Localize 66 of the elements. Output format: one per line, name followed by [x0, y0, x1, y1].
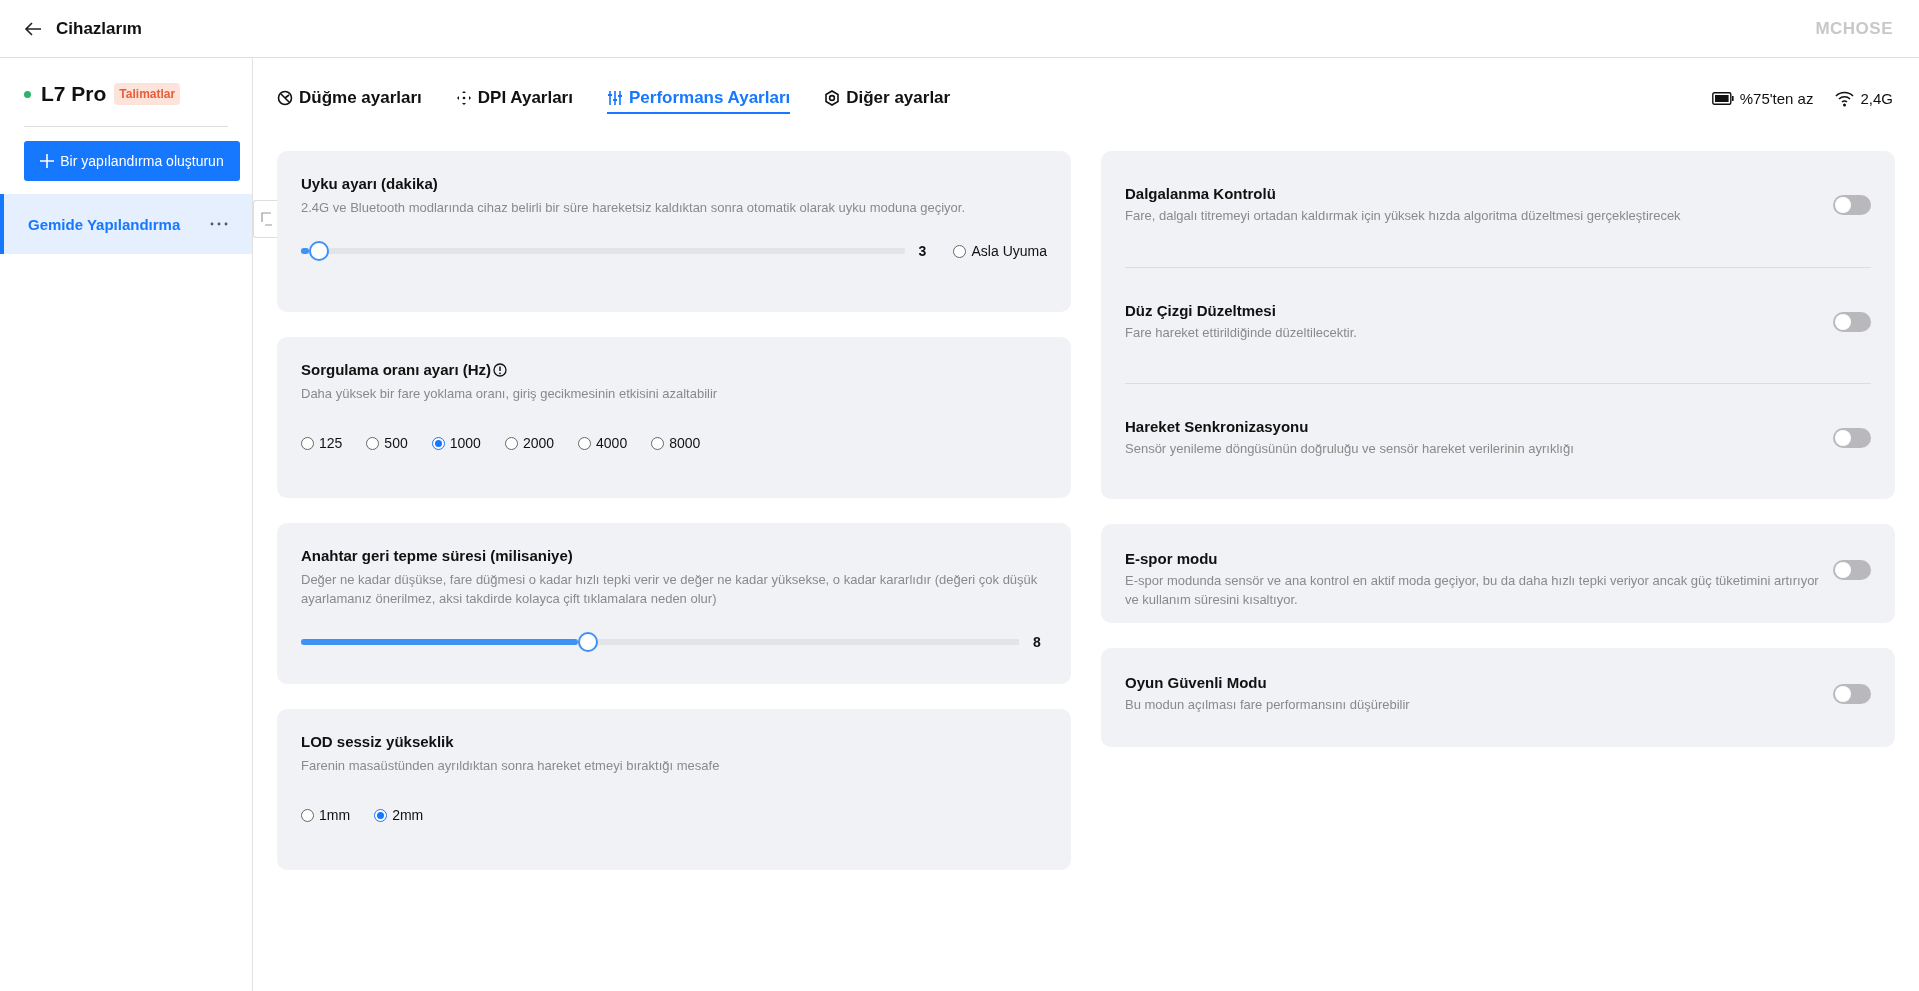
info-icon[interactable] — [493, 362, 508, 377]
setting-title: Sorgulama oranı ayarı (Hz) — [301, 361, 492, 378]
radio-option[interactable]: 2000 — [504, 435, 555, 451]
tab[interactable]: Düğme ayarları — [277, 82, 422, 114]
slider-thumb[interactable] — [578, 632, 599, 652]
connection-status: 2,4G — [1860, 89, 1893, 107]
radio-button[interactable] — [366, 436, 380, 450]
radio-button[interactable] — [301, 808, 314, 822]
radio-option[interactable]: 2mm — [374, 807, 424, 823]
copy-icon — [261, 212, 272, 226]
slider-value: 8 — [1033, 634, 1042, 650]
setting-title: Anahtar geri tepme süresi (milisaniye) — [301, 547, 573, 564]
button-icon — [277, 90, 293, 106]
slider-value: 3 — [918, 243, 928, 259]
tab[interactable]: Diğer ayarlar — [824, 82, 951, 114]
more-icon[interactable] — [210, 222, 228, 226]
toggle-switch[interactable] — [1833, 195, 1871, 215]
radio-option[interactable]: 1mm — [301, 807, 351, 823]
create-config-button[interactable]: Bir yapılandırma oluşturun — [24, 141, 240, 181]
radio-button[interactable] — [952, 244, 966, 258]
setting-description: Daha yüksek bir fare yoklama oranı, giriş gecikmesinin etkisini azaltabilir — [301, 385, 719, 403]
radio-option[interactable]: 4000 — [578, 435, 628, 451]
setting-description: Sensör yenileme döngüsünün doğruluğu ve sensör hareket verilerinin ayrıklığı — [1125, 440, 1575, 458]
radio-option[interactable]: 500 — [366, 435, 408, 451]
performance-icon — [606, 90, 623, 106]
battery-status: %75'ten az — [1739, 89, 1814, 107]
radio-button[interactable] — [504, 436, 518, 450]
setting-description: Farenin masaüstünden ayrıldıktan sonra hareket etmeyi bıraktığı mesafe — [301, 757, 721, 775]
device-name: L7 Pro — [41, 82, 107, 106]
radio-button[interactable] — [578, 436, 592, 450]
dpi-icon — [455, 90, 472, 106]
radio-button[interactable] — [431, 436, 445, 450]
radio-option[interactable]: 125 — [301, 435, 343, 451]
radio-option[interactable]: 8000 — [651, 435, 701, 451]
radio-button[interactable] — [651, 436, 665, 450]
setting-description: Bu modun açılması fare performansını düşürebilir — [1125, 696, 1411, 714]
setting-title: Hareket Senkronizasyonu — [1125, 418, 1310, 435]
setting-title: Düz Çizgi Düzeltmesi — [1125, 302, 1277, 319]
toggle-switch[interactable] — [1833, 560, 1871, 580]
toggle-switch[interactable] — [1833, 312, 1871, 332]
setting-title: LOD sessiz yükseklik — [301, 733, 454, 750]
setting-title: E-spor modu — [1125, 550, 1219, 567]
profile-item[interactable]: Gemide Yapılandırma — [0, 194, 252, 254]
radio-button[interactable] — [374, 808, 388, 822]
radio-option[interactable]: Asla Uyuma — [952, 243, 1047, 259]
slider-thumb[interactable] — [309, 241, 330, 261]
radio-option[interactable]: 1000 — [431, 435, 481, 451]
setting-description: Fare hareket ettirildiğinde düzeltilecektir. — [1125, 324, 1358, 342]
toggle-switch[interactable] — [1833, 428, 1871, 448]
setting-title: Oyun Güvenli Modu — [1125, 674, 1268, 691]
page-title: Cihazlarım — [56, 18, 142, 39]
tab[interactable]: DPI Ayarları — [455, 82, 573, 114]
setting-description: 2.4G ve Bluetooth modlarında cihaz belirli bir süre hareketsiz kaldıktan sonra otomatik olarak uyku moduna geçiyor. — [301, 199, 967, 217]
setting-description: E-spor modunda sensör ve ana kontrol en aktif moda geçiyor, bu da daha hızlı tepki veriyor ancak güç tüketimini artırıyor ve kullanım süresini kısaltıyor. — [1125, 572, 1820, 609]
battery-icon — [1711, 91, 1734, 105]
setting-title: Uyku ayarı (dakika) — [301, 175, 438, 192]
wifi-icon — [1835, 89, 1855, 107]
back-icon[interactable] — [24, 19, 42, 38]
setting-title: Dalgalanma Kontrolü — [1125, 185, 1277, 202]
toggle-switch[interactable] — [1833, 684, 1871, 704]
setting-description: Fare, dalgalı titremeyi ortadan kaldırmak için yüksek hızda algoritma düzeltmesi gerçekleştirecek — [1125, 207, 1682, 225]
radio-button[interactable] — [301, 436, 314, 450]
other-icon — [824, 90, 841, 106]
plus-icon — [40, 154, 55, 168]
tab[interactable]: Performans Ayarları — [606, 82, 791, 114]
setting-description: Değer ne kadar düşükse, fare düğmesi o kadar hızlı tepki verir ve değer ne kadar yüksekse, o kadar kararlıdır (değeri çok düşük ayarlamanız önerilmez, aksi takdirde kolayca çift tıklamalara neden olur) — [301, 571, 1039, 608]
